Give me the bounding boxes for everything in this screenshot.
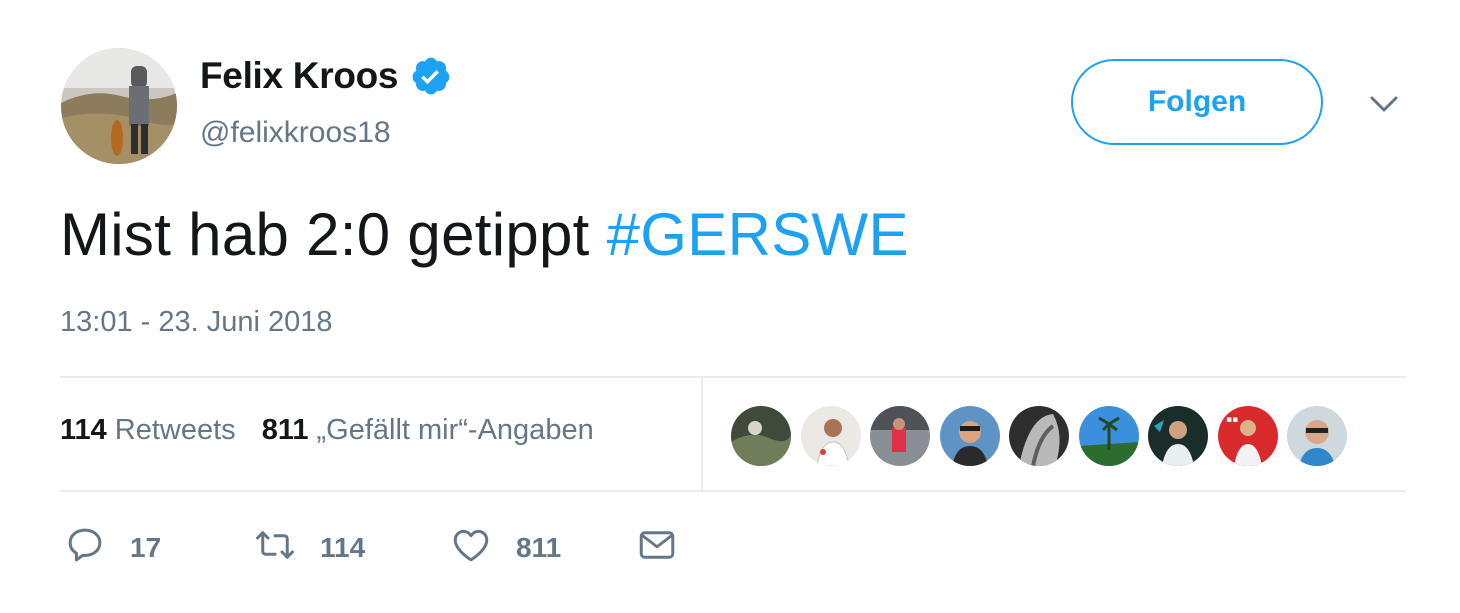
like-count: 811 (516, 531, 562, 563)
liker-avatar[interactable]: ▪▪ (1217, 406, 1278, 466)
reply-button[interactable]: 17 (64, 524, 254, 571)
retweet-icon (254, 524, 296, 571)
tweet-timestamp[interactable]: 13:01 - 23. Juni 2018 (60, 306, 332, 339)
author-handle[interactable]: @felixkroos18 (200, 116, 391, 150)
envelope-icon (636, 524, 678, 571)
retweets-count: 114 (60, 414, 107, 446)
divider-top (60, 376, 1406, 378)
tweet-text: Mist hab 2:0 getippt #GERSWE (60, 200, 909, 269)
liker-avatar[interactable] (731, 406, 791, 466)
liker-avatar[interactable] (1078, 406, 1139, 466)
verified-badge-icon (410, 55, 452, 97)
like-button[interactable]: 811 (450, 524, 636, 571)
reply-icon (64, 524, 106, 571)
retweet-count: 114 (320, 531, 366, 563)
liker-avatar[interactable] (1287, 406, 1347, 466)
likes-label: „Gefällt mir“-Angaben (316, 414, 594, 446)
heart-icon (450, 524, 492, 571)
retweet-button[interactable]: 114 (254, 524, 450, 571)
reply-count: 17 (130, 531, 162, 563)
liker-avatar[interactable] (870, 406, 930, 466)
likes-count: 811 (261, 414, 309, 446)
tweet-stats: 114 Retweets 811 „Gefällt mir“-Angaben (60, 414, 594, 447)
hashtag-link[interactable]: #GERSWE (607, 201, 909, 268)
author-avatar[interactable] (61, 48, 177, 164)
tweet-actions: 17 114 811 (64, 524, 678, 571)
svg-text:▪▪: ▪▪ (1226, 415, 1238, 425)
direct-message-button[interactable] (636, 524, 678, 571)
liker-avatar[interactable] (939, 406, 1000, 466)
author-name[interactable]: Felix Kroos (200, 55, 399, 97)
follow-button[interactable]: Folgen (1071, 59, 1323, 145)
liker-avatar[interactable] (800, 406, 861, 466)
tweet-text-main: Mist hab 2:0 getippt (60, 201, 607, 268)
likes-stat[interactable]: 811 „Gefällt mir“-Angaben (262, 414, 594, 447)
retweets-stat[interactable]: 114 Retweets (60, 414, 236, 447)
chevron-down-icon[interactable] (1366, 90, 1402, 120)
liker-avatar[interactable] (1009, 406, 1069, 466)
liker-avatar[interactable] (1148, 406, 1208, 466)
author-name-row: Felix Kroos (200, 55, 452, 97)
retweets-label: Retweets (114, 414, 236, 446)
stats-divider (701, 378, 703, 490)
divider-bottom (60, 490, 1406, 492)
likers-avatars: ▪▪ (731, 406, 1357, 466)
